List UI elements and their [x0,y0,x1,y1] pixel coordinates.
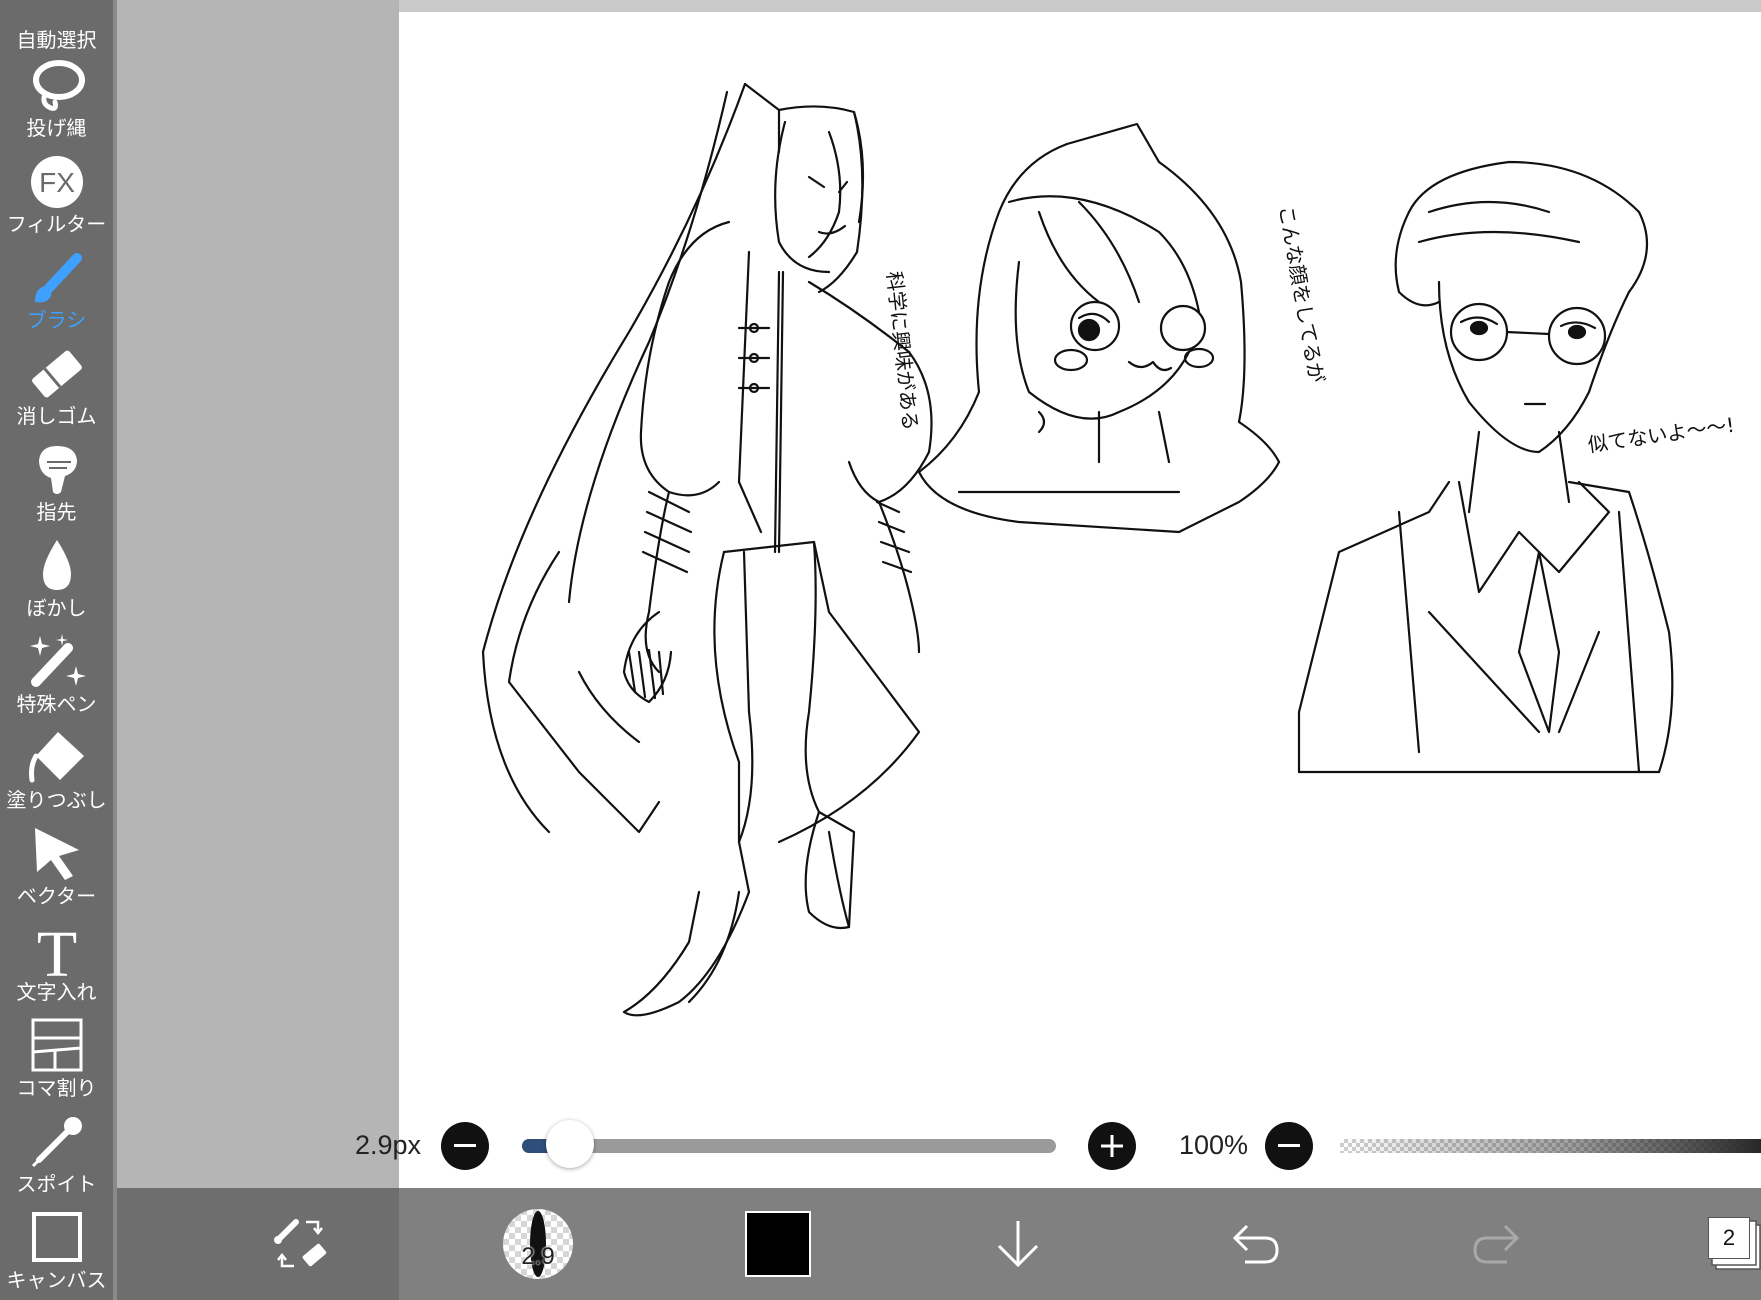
fx-icon-text: FX [39,167,75,198]
tool-frame[interactable]: コマ割り [0,1004,113,1100]
brush-preview-icon: 2.9 [503,1209,573,1279]
annotation-vertical-1: こんな顔をしてるが [1274,204,1329,385]
color-swatch-button[interactable] [738,1188,818,1300]
brush-size-label: 2.9px [355,1130,422,1160]
tool-label: フィルター [6,212,107,236]
tool-blur[interactable]: ぼかし [0,524,113,620]
opacity-label: 100% [1179,1130,1249,1160]
canvas-square-icon [31,1212,82,1262]
minus-icon [454,1144,476,1147]
tool-vector[interactable]: ベクター [0,812,113,908]
layers-button[interactable]: 2 [1700,1188,1761,1300]
tool-lasso[interactable]: 投げ縄 [0,44,113,140]
tool-label: キャンバス [6,1268,107,1292]
tool-fill[interactable]: 塗りつぶし [0,716,113,812]
brush-preview-button[interactable]: 2.9 [498,1188,578,1300]
brush-size-slider[interactable] [522,1139,1056,1153]
tool-label: ぼかし [26,596,87,620]
annotation-side-note: 似てないよ〜〜! [1586,413,1736,457]
tool-sidebar: 自動選択 投げ縄 FX フィルター ブラシ 消しゴム 指先 ぼかし 特殊ペン 塗… [0,0,117,1300]
finger-icon [38,446,77,494]
tool-special-pen[interactable]: 特殊ペン [0,620,113,716]
sketch-figure-glasses [1297,160,1674,774]
eraser-icon [31,350,82,398]
bucket-icon [28,732,84,783]
layer-count: 2 [1708,1217,1750,1259]
tool-label: コマ割り [16,1076,97,1100]
tool-label: ベクター [16,884,97,908]
tool-label: 文字入れ [16,980,97,1004]
move-down-icon [997,1221,1039,1268]
move-down-button[interactable] [978,1188,1058,1300]
size-increase-button[interactable] [1088,1122,1136,1170]
undo-icon [1232,1224,1279,1264]
eyedropper-icon [31,1117,82,1168]
redo-icon [1473,1224,1520,1264]
text-t-icon: T [36,920,76,978]
canvas-top-edge [399,0,1761,12]
tool-label: スポイト [16,1172,97,1196]
tool-filter[interactable]: FX フィルター [0,140,113,236]
sketch-artwork: こんな顔をしてるが 科学に興味がある 似てないよ〜〜! [481,82,1736,1017]
drop-icon [42,540,71,590]
tool-label: 投げ縄 [26,116,87,140]
lasso-icon [32,60,85,111]
sparkle-pen-icon [29,634,86,687]
brush-preview-size: 2.9 [521,1243,555,1270]
tool-label: 特殊ペン [16,692,97,716]
redo-button[interactable] [1456,1188,1536,1300]
tool-brush[interactable]: ブラシ [0,236,113,332]
opacity-slider[interactable] [1340,1139,1761,1153]
bottom-toolbar-left-panel [117,1188,399,1300]
sketch-figure-longhair [481,82,933,1017]
annotation-vertical-2: 科学に興味がある [882,270,923,432]
tool-eyedropper[interactable]: スポイト [0,1100,113,1196]
tool-eraser[interactable]: 消しゴム [0,332,113,428]
color-swatch [745,1211,811,1277]
text-icon-glyph: T [36,920,76,978]
brush-icon [34,253,82,303]
opacity-decrease-button[interactable] [1265,1122,1313,1170]
minus-icon [1278,1144,1300,1147]
fx-icon: FX [30,156,83,208]
arrow-cursor-icon [34,828,79,880]
canvas-backdrop [117,0,399,1188]
panel-grid-icon [31,1018,82,1072]
tool-label: 塗りつぶし [6,788,107,812]
tool-label: 指先 [36,500,77,524]
magic-wand-icon [27,0,87,26]
brush-size-slider-knob[interactable] [546,1120,595,1168]
swap-tools-icon [274,1219,327,1268]
swap-tools-button[interactable] [260,1188,340,1300]
sketch-figure-face [917,122,1281,534]
tool-label: 消しゴム [16,404,97,428]
plus-icon [1101,1135,1123,1157]
tool-smudge[interactable]: 指先 [0,428,113,524]
tool-label: ブラシ [26,308,87,332]
tool-canvas[interactable]: キャンバス [0,1196,113,1292]
size-decrease-button[interactable] [441,1122,489,1170]
undo-button[interactable] [1216,1188,1296,1300]
tool-text[interactable]: T 文字入れ [0,908,113,1004]
